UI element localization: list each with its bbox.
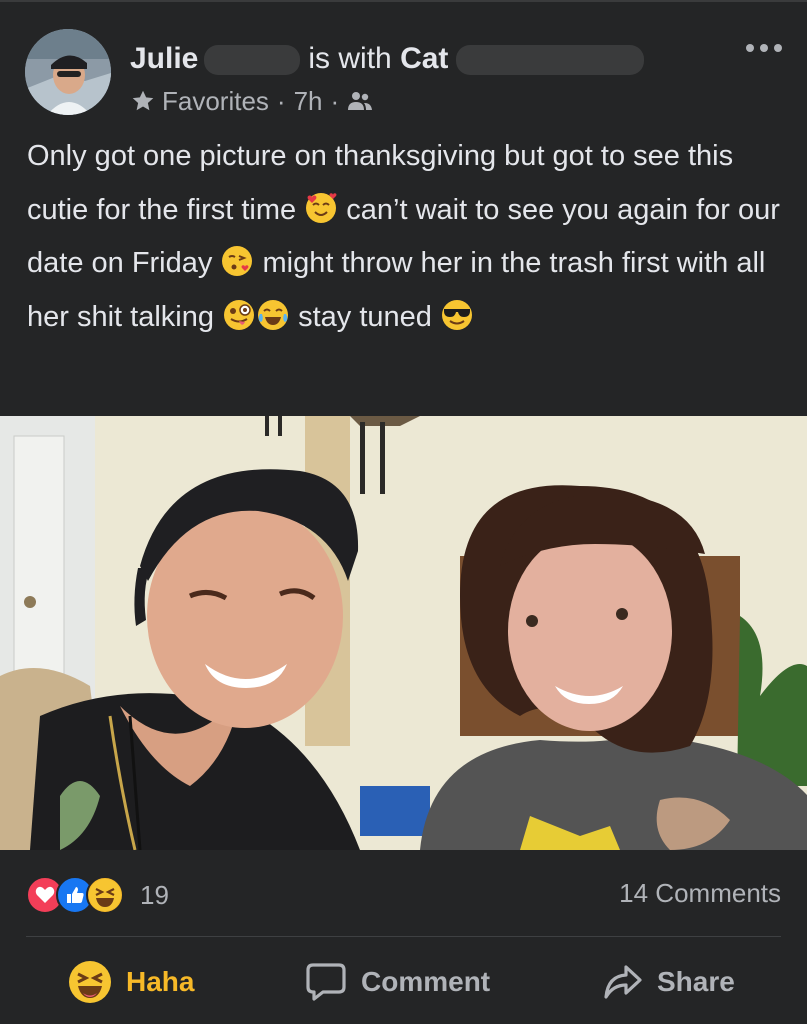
more-options-button[interactable] (742, 32, 786, 64)
more-dots-icon (746, 44, 782, 52)
face-blowing-kiss-emoji (222, 246, 253, 276)
haha-label: Haha (126, 966, 195, 997)
post-photo[interactable] (0, 416, 807, 850)
post-action-bar: Haha Comment Share (0, 950, 807, 1014)
meta-separator: · (276, 86, 286, 116)
share-button[interactable]: Share (603, 950, 735, 1014)
haha-reaction-icon (86, 876, 124, 914)
tears-of-joy-emoji (258, 299, 289, 330)
reaction-count[interactable]: 19 (140, 880, 169, 911)
share-icon (604, 965, 642, 999)
smiling-face-with-hearts-emoji (306, 192, 337, 223)
post-time[interactable]: 7h (294, 84, 323, 118)
comment-icon (306, 963, 346, 1001)
avatar-photo (25, 29, 111, 115)
with-text: is with (308, 42, 392, 75)
smiling-face-with-sunglasses-emoji (442, 299, 473, 330)
friends-audience-icon[interactable] (347, 90, 373, 112)
top-border (0, 0, 807, 2)
reaction-summary[interactable]: 19 (26, 876, 169, 914)
author-avatar[interactable] (25, 29, 111, 115)
meta-separator: · (330, 86, 340, 116)
tagged-name[interactable]: Cat (400, 42, 448, 75)
comment-button[interactable]: Comment (305, 950, 490, 1014)
post-meta: Favorites · 7h · (130, 84, 373, 118)
redacted-author-surname (204, 45, 301, 76)
haha-button[interactable]: Haha (68, 950, 194, 1014)
audience-label[interactable]: Favorites (162, 84, 269, 118)
haha-icon (69, 961, 111, 1003)
caption-part-4: stay tuned (298, 300, 432, 333)
actions-divider (26, 936, 781, 937)
share-label: Share (657, 966, 735, 997)
post-caption: Only got one picture on thanksgiving but… (27, 130, 797, 344)
selfie-photo (0, 416, 807, 850)
post-header-names: Julie is with Cat (130, 40, 645, 78)
zany-face-emoji (224, 299, 255, 330)
comment-label: Comment (361, 966, 491, 997)
redacted-tagged-surname (456, 45, 645, 76)
star-icon (132, 90, 154, 111)
comments-count[interactable]: 14 Comments (619, 878, 781, 909)
author-name[interactable]: Julie (130, 42, 198, 75)
